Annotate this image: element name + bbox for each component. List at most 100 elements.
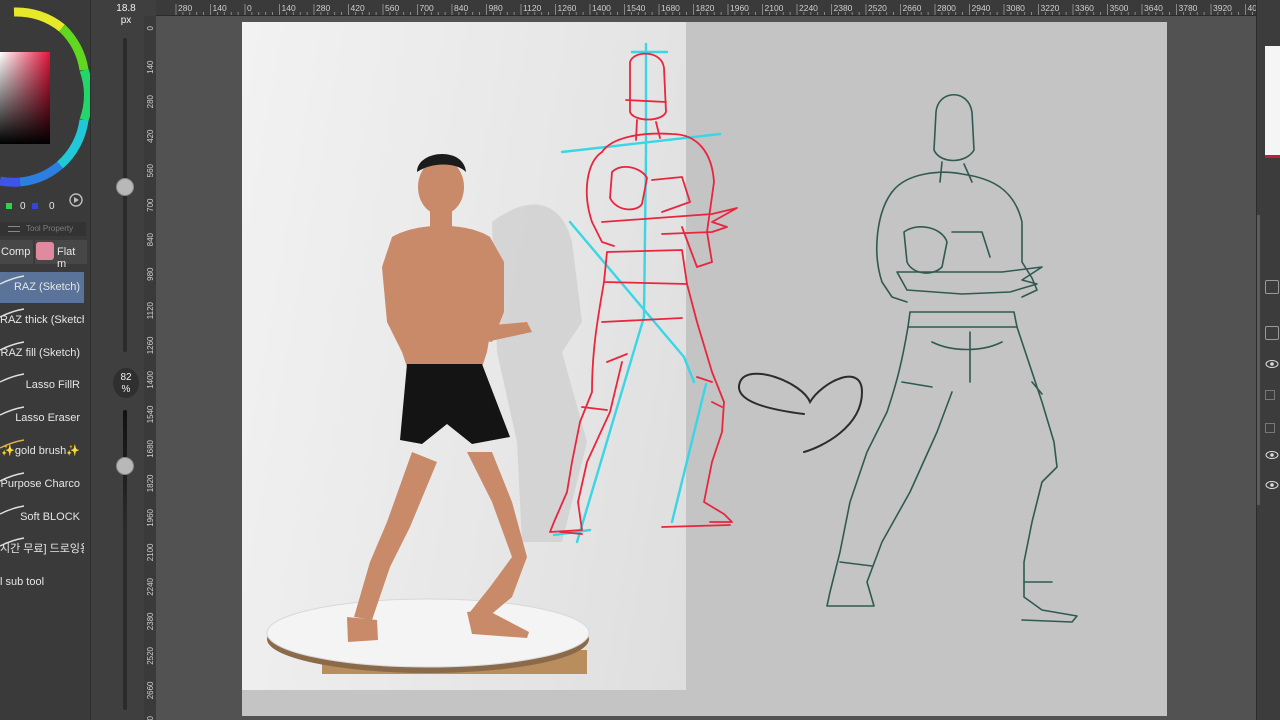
- color-wheel[interactable]: [0, 0, 93, 220]
- brush-size-thumb[interactable]: [116, 178, 134, 196]
- brush-stroke-preview-icon: [0, 308, 25, 318]
- eye-icon[interactable]: [1265, 478, 1279, 492]
- brush-item[interactable]: Lasso Eraser: [0, 403, 84, 434]
- color-green-value: 0: [20, 201, 26, 212]
- layer-panel-icon[interactable]: [1265, 280, 1279, 294]
- ruler-left-label: 560: [146, 163, 155, 177]
- ruler-left-label: 420: [146, 129, 155, 143]
- brush-stroke-preview-icon: [0, 373, 25, 384]
- ruler-top-label: 3640: [1144, 3, 1163, 13]
- heart-doodle: [737, 372, 864, 453]
- ruler-top-label: 3920: [1213, 3, 1232, 13]
- right-panel: [1256, 0, 1280, 720]
- tool-property-title: Tool Property: [26, 224, 74, 233]
- brush-stroke-preview-icon: [0, 439, 25, 449]
- brush-item[interactable]: 시간 무료] 드로잉용 2: [0, 534, 84, 565]
- tool-property-header: Tool Property: [0, 222, 86, 236]
- ruler-left-label: 2520: [146, 646, 155, 664]
- eye-icon[interactable]: [1265, 357, 1279, 371]
- ruler-top-label: 1960: [730, 3, 749, 13]
- navigator-thumbnail[interactable]: [1265, 46, 1280, 158]
- ruler-top-label: 700: [420, 3, 434, 13]
- ruler-top-label: 2240: [799, 3, 818, 13]
- ruler-top-label: 140: [213, 3, 227, 13]
- new-layer-icon[interactable]: [1265, 326, 1279, 340]
- ruler-left-label: 2800: [146, 715, 155, 720]
- ruler-top-label: 140: [282, 3, 296, 13]
- ruler-top-label: 2800: [937, 3, 956, 13]
- ruler-left-label: 0: [146, 25, 155, 30]
- ruler-left-label: 140: [146, 60, 155, 74]
- app-window: 0 0 Tool Property Comp Flat m RAZ (Sketc…: [0, 0, 1280, 720]
- brush-stroke-preview-icon: [0, 537, 25, 548]
- brush-item-label: Lasso FillR: [25, 379, 80, 392]
- ruler-left-label: 2100: [146, 543, 155, 561]
- brush-item[interactable]: Lasso FillR: [0, 370, 84, 401]
- ruler-top: 280 140 0 140 280 420 560 700 840 980 1120 1260 1400…: [156, 0, 1256, 16]
- brush-item[interactable]: RAZ thick (Sketch): [0, 305, 84, 336]
- brush-item[interactable]: l sub tool: [0, 567, 84, 598]
- eye-icon[interactable]: [1265, 448, 1279, 462]
- ruler-top-label: 980: [489, 3, 503, 13]
- ruler-top-label: 420: [351, 3, 365, 13]
- brush-item[interactable]: RAZ fill (Sketch): [0, 338, 84, 369]
- ruler-top-label: 2520: [868, 3, 887, 13]
- brush-item[interactable]: ✨gold brush✨: [0, 436, 84, 467]
- ruler-left-label: 280: [146, 94, 155, 108]
- ruler-left-label: 2380: [146, 612, 155, 630]
- ruler-left-label: 2660: [146, 681, 155, 699]
- layer-toggle-icon[interactable]: [1265, 390, 1275, 400]
- ruler-left-label: 980: [146, 267, 155, 281]
- ruler-top-label: 2380: [834, 3, 853, 13]
- ruler-top-label: 4060: [1248, 3, 1257, 13]
- gesture-guide-lines: [552, 42, 722, 544]
- opacity-track[interactable]: [123, 410, 127, 710]
- brush-size-unit: px: [120, 15, 132, 26]
- ruler-top-label: 1120: [523, 3, 542, 13]
- ruler-top-label: 1540: [627, 3, 646, 13]
- right-scrollbar[interactable]: [1257, 215, 1260, 505]
- ruler-top-label: 1820: [696, 3, 715, 13]
- left-panel: 0 0 Tool Property Comp Flat m RAZ (Sketc…: [0, 0, 93, 720]
- ruler-left-label: 1120: [146, 301, 155, 319]
- ruler-left-label: 840: [146, 232, 155, 246]
- ruler-top-label: 2660: [903, 3, 922, 13]
- brush-stroke-preview-icon: [0, 472, 25, 482]
- brush-stroke-preview-icon: [0, 275, 25, 285]
- color-wheel-panel: 0 0: [0, 0, 93, 220]
- ruler-top-label: 3500: [1110, 3, 1129, 13]
- ruler-left-label: 1820: [146, 474, 155, 492]
- sketch-layer: [549, 42, 1078, 623]
- ruler-left-label: 1960: [146, 508, 155, 526]
- ruler-top-label: 2940: [972, 3, 991, 13]
- opacity-thumb[interactable]: [116, 457, 134, 475]
- opacity-unit: %: [121, 384, 131, 395]
- ruler-top-label: 3360: [1075, 3, 1094, 13]
- ruler-left-label: 1540: [146, 405, 155, 423]
- brush-item-label: l sub tool: [0, 576, 45, 589]
- ruler-top-label: 1260: [558, 3, 577, 13]
- ruler-top-label: 1400: [592, 3, 611, 13]
- brush-list: RAZ (Sketch) RAZ thick (Sketch) RAZ fill (…: [0, 240, 86, 620]
- color-blue-value: 0: [49, 201, 55, 212]
- ruler-top-label: 280: [178, 3, 192, 13]
- tool-property-icon: [8, 226, 20, 232]
- ruler-left-label: 700: [146, 198, 155, 212]
- ruler-left-label: 1400: [146, 370, 155, 388]
- ruler-top-label: 0: [247, 3, 252, 13]
- brush-stroke-preview-icon: [0, 504, 25, 515]
- ruler-top-label: 3080: [1006, 3, 1025, 13]
- ruler-left-label: 1680: [146, 439, 155, 457]
- brush-stroke-preview-icon: [0, 340, 25, 351]
- drawing-canvas[interactable]: [242, 22, 1167, 716]
- canvas-workspace[interactable]: [156, 16, 1256, 720]
- brush-item[interactable]: RAZ (Sketch): [0, 272, 84, 303]
- brush-item[interactable]: Purpose Charco: [0, 469, 84, 500]
- layer-toggle-icon[interactable]: [1265, 423, 1275, 433]
- ruler-top-label: 560: [385, 3, 399, 13]
- brush-item[interactable]: Soft BLOCK: [0, 502, 84, 533]
- opacity-value: 82: [120, 372, 132, 383]
- ruler-top-label: 2100: [765, 3, 784, 13]
- brush-item-label: Soft BLOCK: [20, 510, 80, 523]
- ruler-top-label: 840: [454, 3, 468, 13]
